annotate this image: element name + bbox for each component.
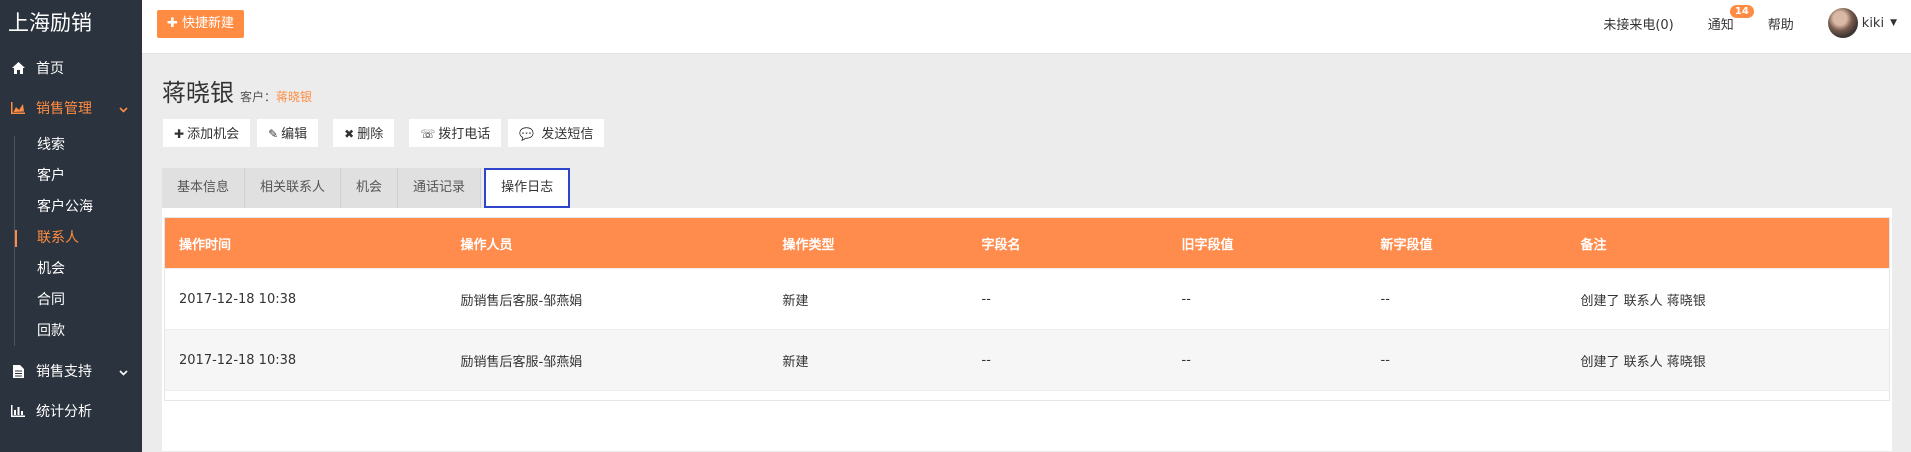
home-icon bbox=[8, 61, 28, 75]
sidebar-item-label: 销售管理 bbox=[36, 101, 92, 117]
plus-icon: ✚ bbox=[167, 16, 178, 31]
sidebar-item-label: 销售支持 bbox=[36, 364, 92, 380]
cell-type: 新建 bbox=[768, 268, 968, 330]
sidebar-item-home[interactable]: 首页 bbox=[0, 48, 142, 88]
sidebar-subitem-leads[interactable]: 线索 bbox=[0, 130, 142, 161]
add-opportunity-label: 添加机会 bbox=[187, 127, 240, 142]
tab-basic-info[interactable]: 基本信息 bbox=[162, 168, 246, 208]
top-bar: ✚ 快捷新建 未接来电(0) 通知 14 帮助 kiki ▼ bbox=[142, 0, 1911, 54]
customer-label: 客户： bbox=[240, 90, 277, 104]
comment-icon: 💬 bbox=[519, 127, 535, 141]
cell-remark: 创建了 联系人 蒋晓银 bbox=[1566, 268, 1890, 330]
notification-count-badge: 14 bbox=[1729, 4, 1754, 18]
user-menu[interactable]: kiki ▼ bbox=[1827, 8, 1897, 38]
cell-remark: 创建了 联系人 蒋晓银 bbox=[1566, 329, 1890, 391]
missed-calls-link[interactable]: 未接来电(0) bbox=[1603, 14, 1673, 33]
call-label: 拨打电话 bbox=[438, 127, 491, 142]
delete-button[interactable]: ✖ 删除 bbox=[332, 118, 396, 148]
table-row: 2017-12-18 10:38 励销售后客服-邹燕娟 新建 -- -- -- … bbox=[164, 268, 1890, 330]
column-header-old-value: 旧字段值 bbox=[1167, 217, 1367, 269]
chart-area-icon bbox=[8, 101, 28, 115]
cell-field: -- bbox=[967, 268, 1168, 330]
notifications-label: 通知 bbox=[1707, 17, 1734, 33]
quick-create-label: 快捷新建 bbox=[182, 16, 235, 31]
submenu-divider bbox=[14, 136, 15, 346]
spacer-cell bbox=[164, 390, 1890, 401]
send-sms-button[interactable]: 💬 发送短信 bbox=[507, 118, 606, 148]
send-sms-label: 发送短信 bbox=[541, 127, 594, 142]
table-spacer-row bbox=[164, 390, 1890, 401]
sidebar-subitem-contacts[interactable]: 联系人 bbox=[0, 223, 142, 254]
cell-field: -- bbox=[967, 329, 1168, 391]
close-icon: ✖ bbox=[344, 127, 355, 141]
sidebar-subitem-payments[interactable]: 回款 bbox=[0, 316, 142, 347]
sales-submenu: 线索 客户 客户公海 联系人 机会 合同 回款 bbox=[0, 128, 142, 351]
cell-time: 2017-12-18 10:38 bbox=[164, 268, 447, 330]
edit-icon: ✎ bbox=[268, 127, 279, 141]
cell-operator: 励销售后客服-邹燕娟 bbox=[446, 329, 769, 391]
sidebar-subitem-customers[interactable]: 客户 bbox=[0, 161, 142, 192]
chevron-down-icon bbox=[119, 101, 128, 117]
sidebar: 上海励销 首页 销售管理 线索 客户 客户公海 联系人 机会 合同 回款 销售支… bbox=[0, 0, 142, 452]
call-button[interactable]: ☏ 拨打电话 bbox=[408, 118, 503, 148]
sidebar-subitem-contracts[interactable]: 合同 bbox=[0, 285, 142, 316]
phone-icon: ☏ bbox=[420, 127, 436, 141]
column-header-operator: 操作人员 bbox=[446, 217, 769, 269]
help-link[interactable]: 帮助 bbox=[1768, 14, 1794, 33]
detail-tabs: 基本信息 相关联系人 机会 通话记录 操作日志 bbox=[162, 168, 571, 208]
sidebar-subitem-customer-pool[interactable]: 客户公海 bbox=[0, 192, 142, 223]
cell-new-value: -- bbox=[1366, 329, 1567, 391]
customer-link[interactable]: 蒋晓银 bbox=[276, 88, 312, 105]
sidebar-item-label: 首页 bbox=[36, 61, 64, 77]
column-header-type: 操作类型 bbox=[768, 217, 968, 269]
cell-type: 新建 bbox=[768, 329, 968, 391]
column-header-remark: 备注 bbox=[1566, 217, 1890, 269]
brand-logo[interactable]: 上海励销 bbox=[0, 0, 142, 48]
sidebar-item-statistics[interactable]: 统计分析 bbox=[0, 391, 142, 431]
column-header-new-value: 新字段值 bbox=[1366, 217, 1567, 269]
table-header-row: 操作时间 操作人员 操作类型 字段名 旧字段值 新字段值 备注 bbox=[164, 217, 1890, 269]
cell-new-value: -- bbox=[1366, 268, 1567, 330]
chevron-down-icon bbox=[119, 364, 128, 380]
sidebar-item-sales-management[interactable]: 销售管理 bbox=[0, 88, 142, 128]
user-name: kiki bbox=[1861, 15, 1885, 31]
main-content: 蒋晓银 客户： 蒋晓银 ✚ 添加机会 ✎ 编辑 ✖ 删除 ☏ 拨打电话 💬 发送短信 基… bbox=[142, 55, 1911, 452]
top-right-menu: 未接来电(0) 通知 14 帮助 kiki ▼ bbox=[1603, 0, 1911, 46]
sidebar-item-label: 统计分析 bbox=[36, 404, 92, 420]
cell-old-value: -- bbox=[1167, 329, 1367, 391]
cell-old-value: -- bbox=[1167, 268, 1367, 330]
tab-opportunities[interactable]: 机会 bbox=[341, 168, 399, 208]
plus-icon: ✚ bbox=[174, 127, 185, 141]
operation-log-panel: 操作时间 操作人员 操作类型 字段名 旧字段值 新字段值 备注 2017-12-… bbox=[162, 208, 1892, 451]
quick-create-button[interactable]: ✚ 快捷新建 bbox=[157, 10, 245, 38]
cell-time: 2017-12-18 10:38 bbox=[164, 329, 447, 391]
edit-label: 编辑 bbox=[281, 127, 308, 142]
column-header-time: 操作时间 bbox=[164, 217, 447, 269]
notifications-link[interactable]: 通知 14 bbox=[1707, 4, 1754, 33]
column-header-field: 字段名 bbox=[967, 217, 1168, 269]
page-header: 蒋晓银 客户： 蒋晓银 bbox=[162, 73, 312, 108]
edit-button[interactable]: ✎ 编辑 bbox=[256, 118, 320, 148]
bar-chart-icon bbox=[8, 404, 28, 418]
tab-related-contacts[interactable]: 相关联系人 bbox=[245, 168, 342, 208]
cell-operator: 励销售后客服-邹燕娟 bbox=[446, 268, 769, 330]
tab-call-records[interactable]: 通话记录 bbox=[398, 168, 482, 208]
caret-down-icon: ▼ bbox=[1890, 18, 1897, 28]
page-title: 蒋晓银 bbox=[162, 79, 234, 107]
table-row: 2017-12-18 10:38 励销售后客服-邹燕娟 新建 -- -- -- … bbox=[164, 329, 1890, 391]
delete-label: 删除 bbox=[357, 127, 384, 142]
sidebar-item-sales-support[interactable]: 销售支持 bbox=[0, 351, 142, 391]
file-icon bbox=[8, 364, 28, 378]
avatar bbox=[1827, 8, 1858, 38]
sidebar-subitem-opportunities[interactable]: 机会 bbox=[0, 254, 142, 285]
add-opportunity-button[interactable]: ✚ 添加机会 bbox=[162, 118, 252, 148]
tab-operation-log[interactable]: 操作日志 bbox=[484, 168, 571, 208]
operation-log-table: 操作时间 操作人员 操作类型 字段名 旧字段值 新字段值 备注 2017-12-… bbox=[164, 217, 1890, 401]
action-toolbar: ✚ 添加机会 ✎ 编辑 ✖ 删除 ☏ 拨打电话 💬 发送短信 bbox=[162, 118, 610, 148]
